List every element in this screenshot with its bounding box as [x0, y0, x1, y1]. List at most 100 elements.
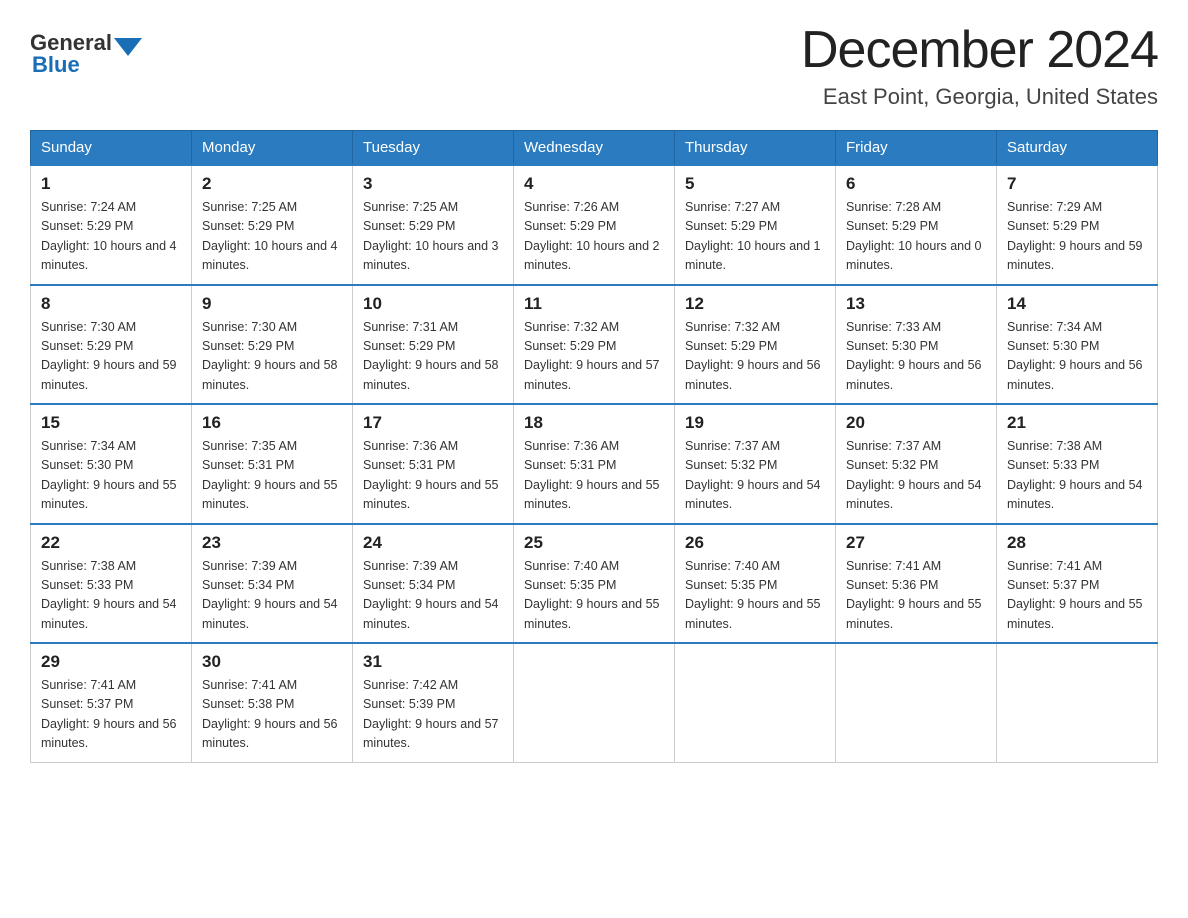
day-number: 26: [685, 533, 825, 553]
day-info: Sunrise: 7:29 AMSunset: 5:29 PMDaylight:…: [1007, 198, 1147, 276]
day-info: Sunrise: 7:25 AMSunset: 5:29 PMDaylight:…: [202, 198, 342, 276]
header-thursday: Thursday: [675, 131, 836, 166]
table-row: 1 Sunrise: 7:24 AMSunset: 5:29 PMDayligh…: [31, 165, 192, 285]
day-number: 28: [1007, 533, 1147, 553]
logo-triangle-icon: [114, 38, 142, 56]
title-area: December 2024 East Point, Georgia, Unite…: [801, 20, 1158, 110]
table-row: 8 Sunrise: 7:30 AMSunset: 5:29 PMDayligh…: [31, 285, 192, 405]
day-number: 2: [202, 174, 342, 194]
table-row: [514, 643, 675, 762]
week-row-4: 22 Sunrise: 7:38 AMSunset: 5:33 PMDaylig…: [31, 524, 1158, 644]
page-header: General Blue December 2024 East Point, G…: [30, 20, 1158, 110]
table-row: 10 Sunrise: 7:31 AMSunset: 5:29 PMDaylig…: [353, 285, 514, 405]
table-row: 15 Sunrise: 7:34 AMSunset: 5:30 PMDaylig…: [31, 404, 192, 524]
table-row: 21 Sunrise: 7:38 AMSunset: 5:33 PMDaylig…: [997, 404, 1158, 524]
day-info: Sunrise: 7:30 AMSunset: 5:29 PMDaylight:…: [202, 318, 342, 396]
day-number: 14: [1007, 294, 1147, 314]
day-info: Sunrise: 7:31 AMSunset: 5:29 PMDaylight:…: [363, 318, 503, 396]
day-number: 5: [685, 174, 825, 194]
day-number: 24: [363, 533, 503, 553]
month-title: December 2024: [801, 20, 1158, 80]
table-row: [836, 643, 997, 762]
day-number: 20: [846, 413, 986, 433]
table-row: 2 Sunrise: 7:25 AMSunset: 5:29 PMDayligh…: [192, 165, 353, 285]
table-row: 25 Sunrise: 7:40 AMSunset: 5:35 PMDaylig…: [514, 524, 675, 644]
day-number: 27: [846, 533, 986, 553]
table-row: 19 Sunrise: 7:37 AMSunset: 5:32 PMDaylig…: [675, 404, 836, 524]
day-info: Sunrise: 7:24 AMSunset: 5:29 PMDaylight:…: [41, 198, 181, 276]
table-row: 29 Sunrise: 7:41 AMSunset: 5:37 PMDaylig…: [31, 643, 192, 762]
day-info: Sunrise: 7:32 AMSunset: 5:29 PMDaylight:…: [524, 318, 664, 396]
table-row: [997, 643, 1158, 762]
day-number: 25: [524, 533, 664, 553]
table-row: 12 Sunrise: 7:32 AMSunset: 5:29 PMDaylig…: [675, 285, 836, 405]
day-number: 8: [41, 294, 181, 314]
table-row: 30 Sunrise: 7:41 AMSunset: 5:38 PMDaylig…: [192, 643, 353, 762]
day-number: 6: [846, 174, 986, 194]
header-friday: Friday: [836, 131, 997, 166]
table-row: 7 Sunrise: 7:29 AMSunset: 5:29 PMDayligh…: [997, 165, 1158, 285]
table-row: 6 Sunrise: 7:28 AMSunset: 5:29 PMDayligh…: [836, 165, 997, 285]
table-row: 16 Sunrise: 7:35 AMSunset: 5:31 PMDaylig…: [192, 404, 353, 524]
day-info: Sunrise: 7:38 AMSunset: 5:33 PMDaylight:…: [41, 557, 181, 635]
day-info: Sunrise: 7:41 AMSunset: 5:37 PMDaylight:…: [41, 676, 181, 754]
table-row: 17 Sunrise: 7:36 AMSunset: 5:31 PMDaylig…: [353, 404, 514, 524]
day-number: 10: [363, 294, 503, 314]
day-number: 13: [846, 294, 986, 314]
day-info: Sunrise: 7:37 AMSunset: 5:32 PMDaylight:…: [846, 437, 986, 515]
table-row: 14 Sunrise: 7:34 AMSunset: 5:30 PMDaylig…: [997, 285, 1158, 405]
day-info: Sunrise: 7:42 AMSunset: 5:39 PMDaylight:…: [363, 676, 503, 754]
table-row: 11 Sunrise: 7:32 AMSunset: 5:29 PMDaylig…: [514, 285, 675, 405]
day-number: 16: [202, 413, 342, 433]
day-number: 19: [685, 413, 825, 433]
logo-blue-text: Blue: [32, 52, 80, 77]
table-row: 3 Sunrise: 7:25 AMSunset: 5:29 PMDayligh…: [353, 165, 514, 285]
day-number: 17: [363, 413, 503, 433]
table-row: 18 Sunrise: 7:36 AMSunset: 5:31 PMDaylig…: [514, 404, 675, 524]
day-info: Sunrise: 7:41 AMSunset: 5:38 PMDaylight:…: [202, 676, 342, 754]
table-row: 31 Sunrise: 7:42 AMSunset: 5:39 PMDaylig…: [353, 643, 514, 762]
day-info: Sunrise: 7:35 AMSunset: 5:31 PMDaylight:…: [202, 437, 342, 515]
day-info: Sunrise: 7:39 AMSunset: 5:34 PMDaylight:…: [202, 557, 342, 635]
day-info: Sunrise: 7:26 AMSunset: 5:29 PMDaylight:…: [524, 198, 664, 276]
day-info: Sunrise: 7:32 AMSunset: 5:29 PMDaylight:…: [685, 318, 825, 396]
week-row-5: 29 Sunrise: 7:41 AMSunset: 5:37 PMDaylig…: [31, 643, 1158, 762]
day-info: Sunrise: 7:40 AMSunset: 5:35 PMDaylight:…: [685, 557, 825, 635]
day-info: Sunrise: 7:39 AMSunset: 5:34 PMDaylight:…: [363, 557, 503, 635]
day-info: Sunrise: 7:33 AMSunset: 5:30 PMDaylight:…: [846, 318, 986, 396]
week-row-2: 8 Sunrise: 7:30 AMSunset: 5:29 PMDayligh…: [31, 285, 1158, 405]
day-number: 15: [41, 413, 181, 433]
table-row: [675, 643, 836, 762]
day-info: Sunrise: 7:38 AMSunset: 5:33 PMDaylight:…: [1007, 437, 1147, 515]
day-number: 12: [685, 294, 825, 314]
day-info: Sunrise: 7:41 AMSunset: 5:37 PMDaylight:…: [1007, 557, 1147, 635]
day-info: Sunrise: 7:37 AMSunset: 5:32 PMDaylight:…: [685, 437, 825, 515]
day-info: Sunrise: 7:36 AMSunset: 5:31 PMDaylight:…: [524, 437, 664, 515]
table-row: 27 Sunrise: 7:41 AMSunset: 5:36 PMDaylig…: [836, 524, 997, 644]
day-info: Sunrise: 7:28 AMSunset: 5:29 PMDaylight:…: [846, 198, 986, 276]
day-info: Sunrise: 7:27 AMSunset: 5:29 PMDaylight:…: [685, 198, 825, 276]
day-info: Sunrise: 7:36 AMSunset: 5:31 PMDaylight:…: [363, 437, 503, 515]
table-row: 20 Sunrise: 7:37 AMSunset: 5:32 PMDaylig…: [836, 404, 997, 524]
logo: General Blue: [30, 30, 144, 78]
calendar-table: Sunday Monday Tuesday Wednesday Thursday…: [30, 130, 1158, 763]
table-row: 9 Sunrise: 7:30 AMSunset: 5:29 PMDayligh…: [192, 285, 353, 405]
day-number: 23: [202, 533, 342, 553]
day-number: 4: [524, 174, 664, 194]
header-tuesday: Tuesday: [353, 131, 514, 166]
day-number: 3: [363, 174, 503, 194]
header-sunday: Sunday: [31, 131, 192, 166]
day-number: 7: [1007, 174, 1147, 194]
day-number: 29: [41, 652, 181, 672]
day-number: 30: [202, 652, 342, 672]
day-number: 22: [41, 533, 181, 553]
day-number: 9: [202, 294, 342, 314]
table-row: 13 Sunrise: 7:33 AMSunset: 5:30 PMDaylig…: [836, 285, 997, 405]
header-saturday: Saturday: [997, 131, 1158, 166]
day-info: Sunrise: 7:25 AMSunset: 5:29 PMDaylight:…: [363, 198, 503, 276]
table-row: 4 Sunrise: 7:26 AMSunset: 5:29 PMDayligh…: [514, 165, 675, 285]
day-number: 21: [1007, 413, 1147, 433]
table-row: 23 Sunrise: 7:39 AMSunset: 5:34 PMDaylig…: [192, 524, 353, 644]
day-info: Sunrise: 7:30 AMSunset: 5:29 PMDaylight:…: [41, 318, 181, 396]
day-info: Sunrise: 7:34 AMSunset: 5:30 PMDaylight:…: [1007, 318, 1147, 396]
